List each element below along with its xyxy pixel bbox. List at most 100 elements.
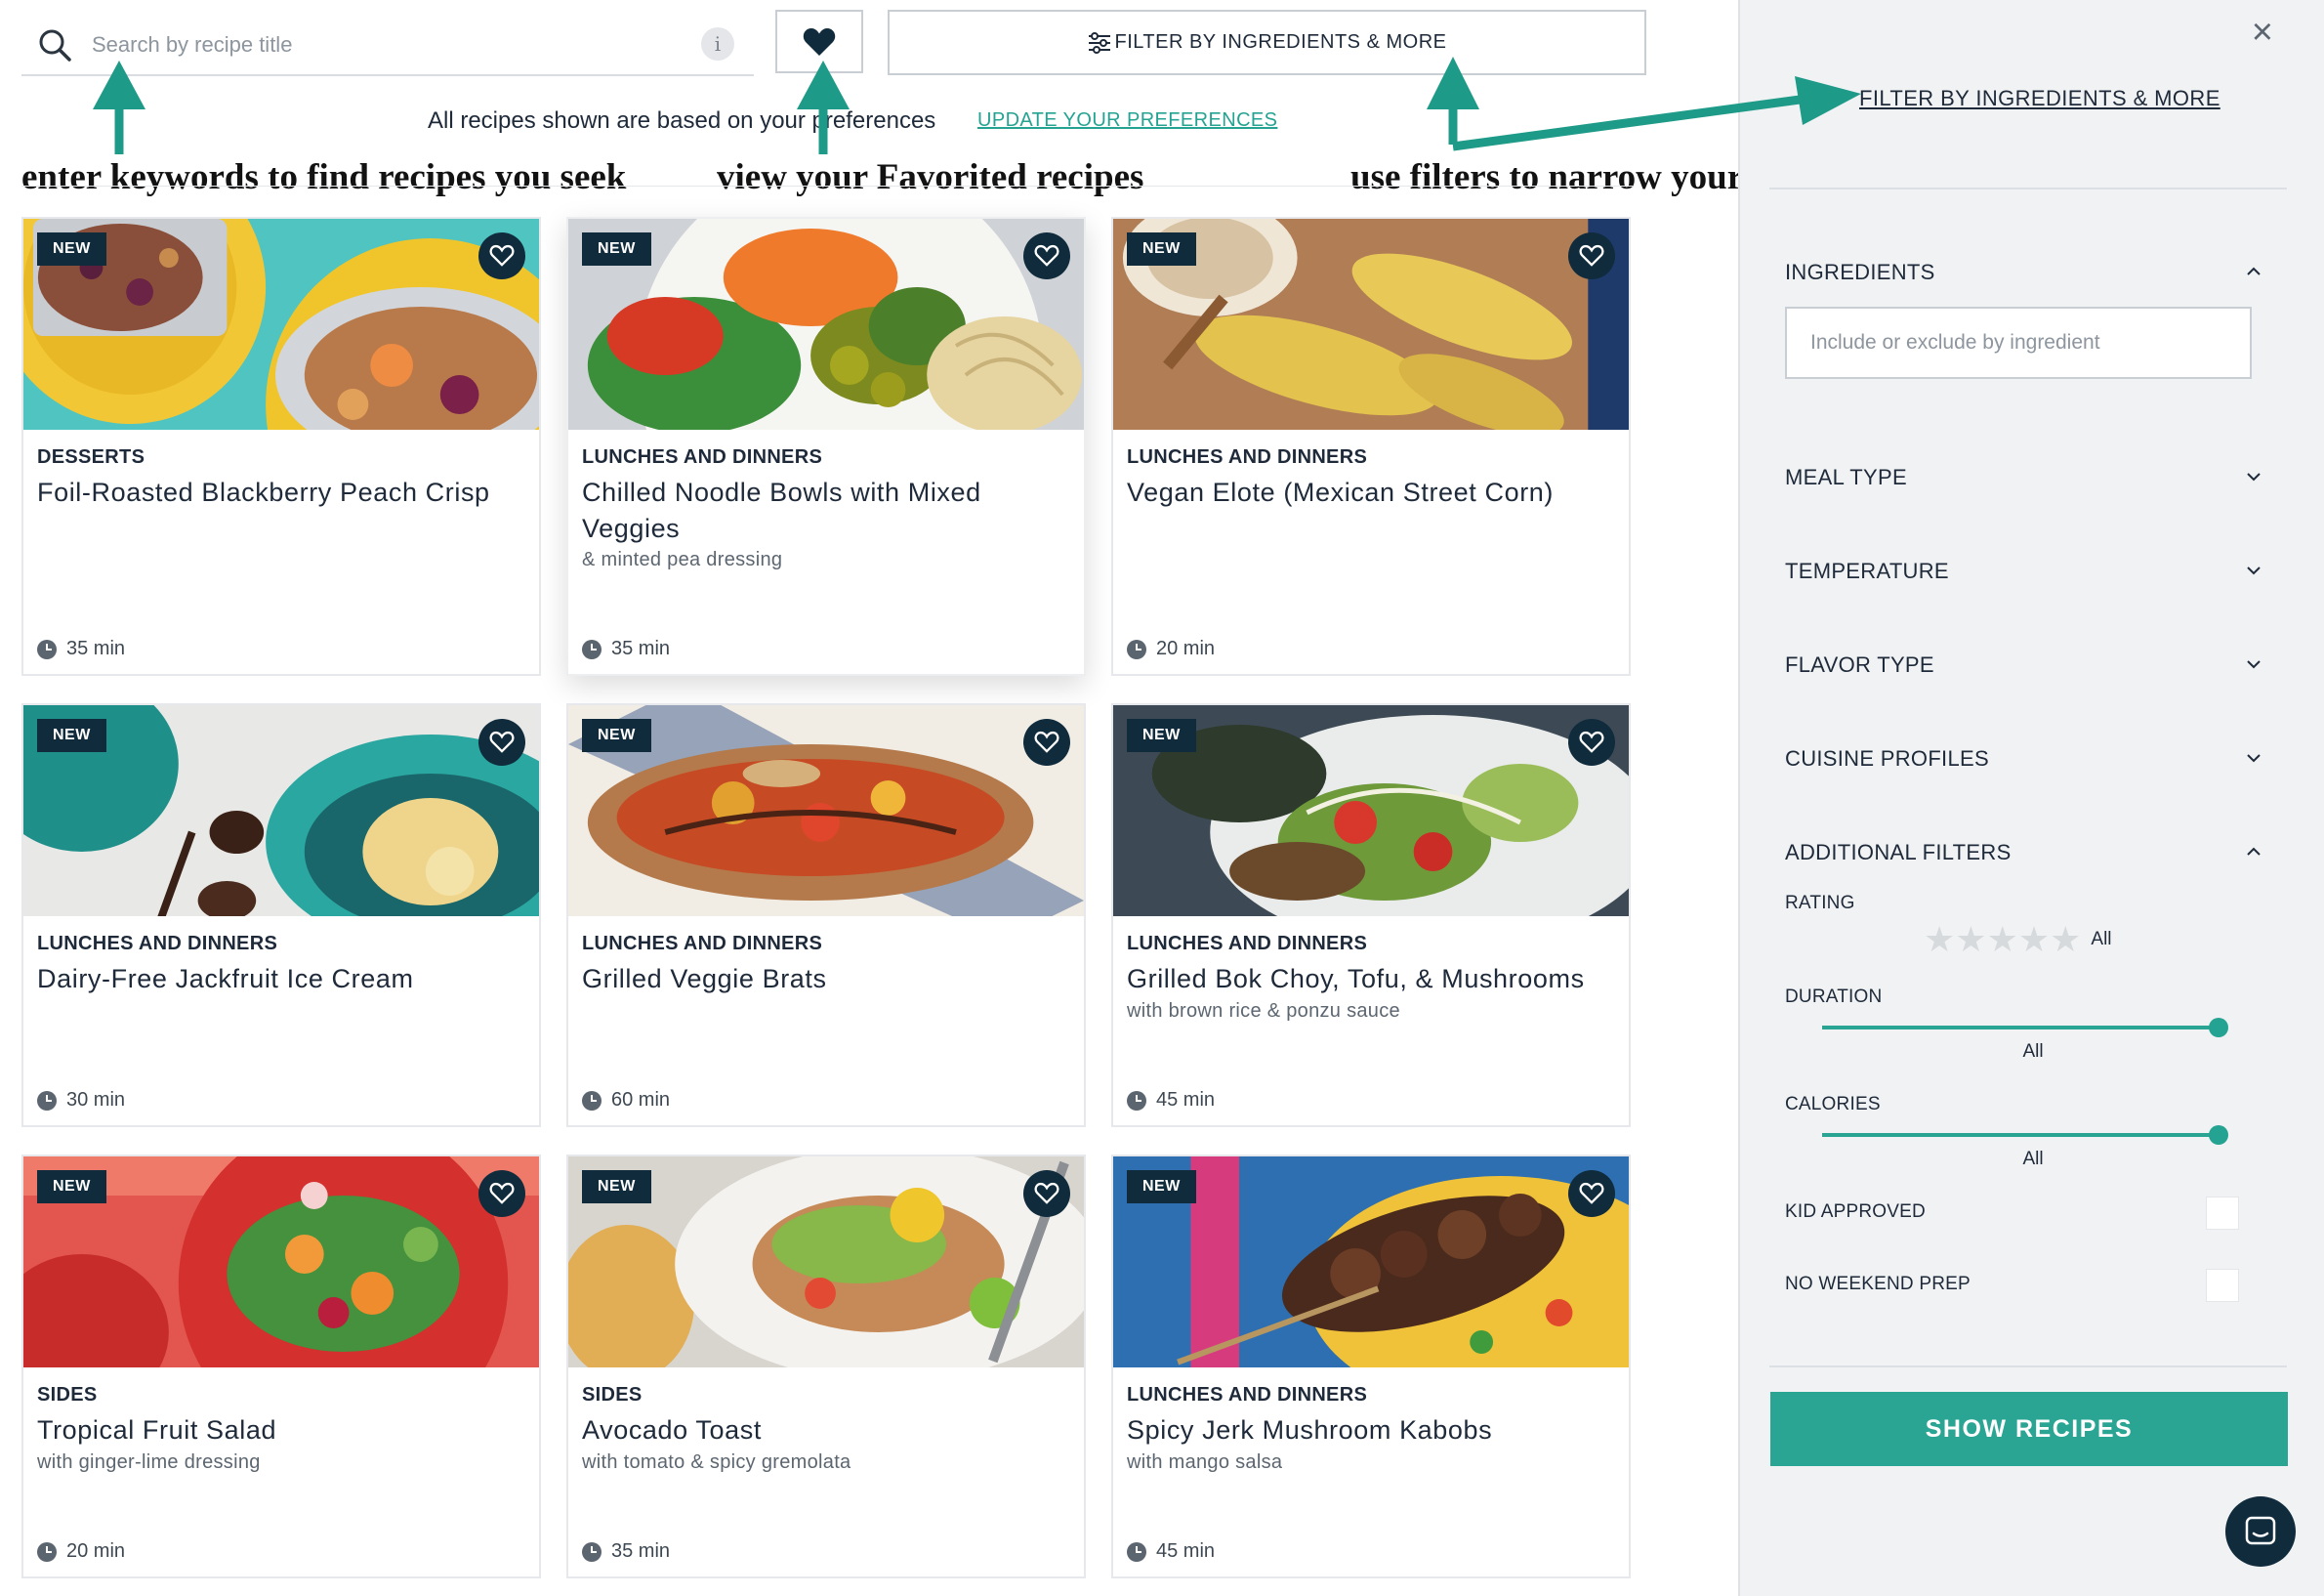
recipe-title[interactable]: Dairy-Free Jackfruit Ice Cream bbox=[37, 961, 525, 997]
recipe-card[interactable]: NEW LUNCHES AND DINNERS Dairy-Free Jackf… bbox=[21, 703, 541, 1127]
chevron-down-icon bbox=[2247, 754, 2261, 763]
recipe-image: NEW bbox=[568, 219, 1084, 430]
chat-icon bbox=[2245, 1516, 2276, 1545]
recipe-subtitle: & minted pea dressing bbox=[582, 549, 783, 570]
no-weekend-prep-label: NO WEEKEND PREP bbox=[1785, 1274, 1971, 1294]
recipe-time: 35 min bbox=[37, 638, 125, 660]
recipe-card[interactable]: NEW DESSERTS Foil-Roasted Blackberry Pea… bbox=[21, 217, 541, 676]
recipe-category: LUNCHES AND DINNERS bbox=[1127, 933, 1368, 954]
recipe-card[interactable]: NEW LUNCHES AND DINNERS Spicy Jerk Mushr… bbox=[1111, 1155, 1631, 1578]
recipe-subtitle: with tomato & spicy gremolata bbox=[582, 1451, 851, 1473]
recipe-title[interactable]: Grilled Bok Choy, Tofu, & Mushrooms bbox=[1127, 961, 1615, 997]
recipe-category: LUNCHES AND DINNERS bbox=[582, 933, 823, 954]
favorite-heart-button[interactable] bbox=[1023, 232, 1070, 279]
section-meal-type[interactable]: MEAL TYPE bbox=[1785, 465, 2263, 490]
update-preferences-link[interactable]: UPDATE YOUR PREFERENCES bbox=[977, 109, 1277, 132]
annotation-favorites: view your Favorited recipes bbox=[717, 157, 1144, 197]
heart-outline-icon bbox=[1579, 244, 1604, 267]
recipe-card[interactable]: NEW LUNCHES AND DINNERS Grilled Veggie B… bbox=[566, 703, 1086, 1127]
section-cuisine-profiles[interactable]: CUISINE PROFILES bbox=[1785, 746, 2263, 772]
chat-button[interactable] bbox=[2225, 1496, 2296, 1567]
star-icon[interactable]: ★ bbox=[2018, 922, 2050, 957]
no-weekend-prep-checkbox[interactable] bbox=[2206, 1269, 2239, 1302]
recipe-time: 30 min bbox=[37, 1089, 125, 1112]
clock-icon bbox=[1127, 1090, 1146, 1111]
recipe-title[interactable]: Avocado Toast bbox=[582, 1412, 1070, 1449]
ingredient-input[interactable]: Include or exclude by ingredient bbox=[1785, 307, 2252, 379]
recipe-card[interactable]: NEW LUNCHES AND DINNERS Chilled Noodle B… bbox=[566, 217, 1086, 676]
filter-sidebar: × FILTER BY INGREDIENTS & MORE INGREDIEN… bbox=[1738, 0, 2324, 1596]
clock-icon bbox=[37, 1541, 57, 1562]
clock-icon bbox=[582, 639, 602, 659]
recipe-title[interactable]: Grilled Veggie Brats bbox=[582, 961, 1070, 997]
chevron-down-icon bbox=[2247, 660, 2261, 669]
section-flavor-type[interactable]: FLAVOR TYPE bbox=[1785, 652, 2263, 678]
calories-slider[interactable] bbox=[1822, 1125, 2228, 1145]
favorite-heart-button[interactable] bbox=[1023, 1170, 1070, 1217]
rating-stars[interactable]: ★ ★ ★ ★ ★ All bbox=[1924, 922, 2112, 957]
recipe-subtitle: with mango salsa bbox=[1127, 1451, 1283, 1473]
favorite-heart-button[interactable] bbox=[1568, 232, 1615, 279]
show-recipes-button[interactable]: SHOW RECIPES bbox=[1770, 1392, 2288, 1466]
recipe-card[interactable]: NEW SIDES Avocado Toast with tomato & sp… bbox=[566, 1155, 1086, 1578]
star-icon[interactable]: ★ bbox=[1987, 922, 2018, 957]
filter-sliders-icon bbox=[1088, 31, 1110, 54]
info-icon[interactable]: i bbox=[701, 27, 734, 61]
filter-by-ingredients-button[interactable]: FILTER BY INGREDIENTS & MORE bbox=[888, 10, 1646, 75]
heart-outline-icon bbox=[1579, 731, 1604, 753]
clock-icon bbox=[582, 1541, 602, 1562]
chevron-down-icon bbox=[2247, 567, 2261, 575]
recipe-card[interactable]: NEW LUNCHES AND DINNERS Grilled Bok Choy… bbox=[1111, 703, 1631, 1127]
favorite-heart-button[interactable] bbox=[478, 1170, 525, 1217]
heart-outline-icon bbox=[1034, 244, 1059, 267]
star-icon[interactable]: ★ bbox=[1924, 922, 1955, 957]
section-ingredients[interactable]: INGREDIENTS bbox=[1785, 260, 2263, 285]
recipe-image: NEW bbox=[23, 705, 539, 916]
section-label: CUISINE PROFILES bbox=[1785, 746, 1989, 771]
duration-slider[interactable] bbox=[1822, 1018, 2228, 1037]
chevron-up-icon bbox=[2247, 267, 2261, 275]
search-bar[interactable]: i bbox=[21, 16, 754, 76]
star-icon[interactable]: ★ bbox=[2050, 922, 2081, 957]
recipe-time: 20 min bbox=[37, 1540, 125, 1563]
search-icon bbox=[39, 29, 71, 62]
recipe-card[interactable]: NEW SIDES Tropical Fruit Salad with ging… bbox=[21, 1155, 541, 1578]
recipe-card[interactable]: NEW LUNCHES AND DINNERS Vegan Elote (Mex… bbox=[1111, 217, 1631, 676]
recipe-time-text: 20 min bbox=[66, 1540, 126, 1562]
recipe-title[interactable]: Tropical Fruit Salad bbox=[37, 1412, 525, 1449]
new-badge: NEW bbox=[1127, 232, 1196, 266]
favorite-heart-button[interactable] bbox=[1568, 1170, 1615, 1217]
recipe-title[interactable]: Foil-Roasted Blackberry Peach Crisp bbox=[37, 475, 525, 511]
slider-handle[interactable] bbox=[2209, 1018, 2228, 1037]
close-icon[interactable]: × bbox=[2252, 12, 2273, 54]
preferences-note: All recipes shown are based on your pref… bbox=[428, 107, 936, 134]
section-temperature[interactable]: TEMPERATURE bbox=[1785, 559, 2263, 584]
slider-handle[interactable] bbox=[2209, 1125, 2228, 1145]
favorites-button[interactable] bbox=[775, 10, 863, 73]
new-badge: NEW bbox=[582, 1170, 651, 1203]
section-additional-filters[interactable]: ADDITIONAL FILTERS bbox=[1785, 840, 2263, 865]
recipe-time-text: 35 min bbox=[66, 638, 126, 659]
recipe-image: NEW bbox=[1113, 705, 1629, 916]
sidebar-divider bbox=[1769, 188, 2287, 189]
star-icon[interactable]: ★ bbox=[1955, 922, 1986, 957]
recipe-title[interactable]: Vegan Elote (Mexican Street Corn) bbox=[1127, 475, 1615, 511]
kid-approved-checkbox[interactable] bbox=[2206, 1197, 2239, 1230]
recipe-category: LUNCHES AND DINNERS bbox=[582, 446, 823, 468]
recipe-image: NEW bbox=[568, 705, 1084, 916]
recipe-title[interactable]: Spicy Jerk Mushroom Kabobs bbox=[1127, 1412, 1615, 1449]
calories-label: CALORIES bbox=[1785, 1094, 1881, 1114]
search-input[interactable] bbox=[92, 32, 678, 58]
favorite-heart-button[interactable] bbox=[478, 719, 525, 766]
new-badge: NEW bbox=[1127, 1170, 1196, 1203]
recipe-image: NEW bbox=[1113, 1156, 1629, 1367]
recipe-subtitle: with brown rice & ponzu sauce bbox=[1127, 1000, 1400, 1022]
rating-label: RATING bbox=[1785, 893, 1855, 913]
favorite-heart-button[interactable] bbox=[478, 232, 525, 279]
favorite-heart-button[interactable] bbox=[1568, 719, 1615, 766]
sidebar-title[interactable]: FILTER BY INGREDIENTS & MORE bbox=[1859, 86, 2220, 111]
recipe-title[interactable]: Chilled Noodle Bowls with Mixed Veggies bbox=[582, 475, 1070, 547]
kid-approved-label: KID APPROVED bbox=[1785, 1201, 1926, 1222]
rating-value: All bbox=[2091, 929, 2112, 949]
favorite-heart-button[interactable] bbox=[1023, 719, 1070, 766]
